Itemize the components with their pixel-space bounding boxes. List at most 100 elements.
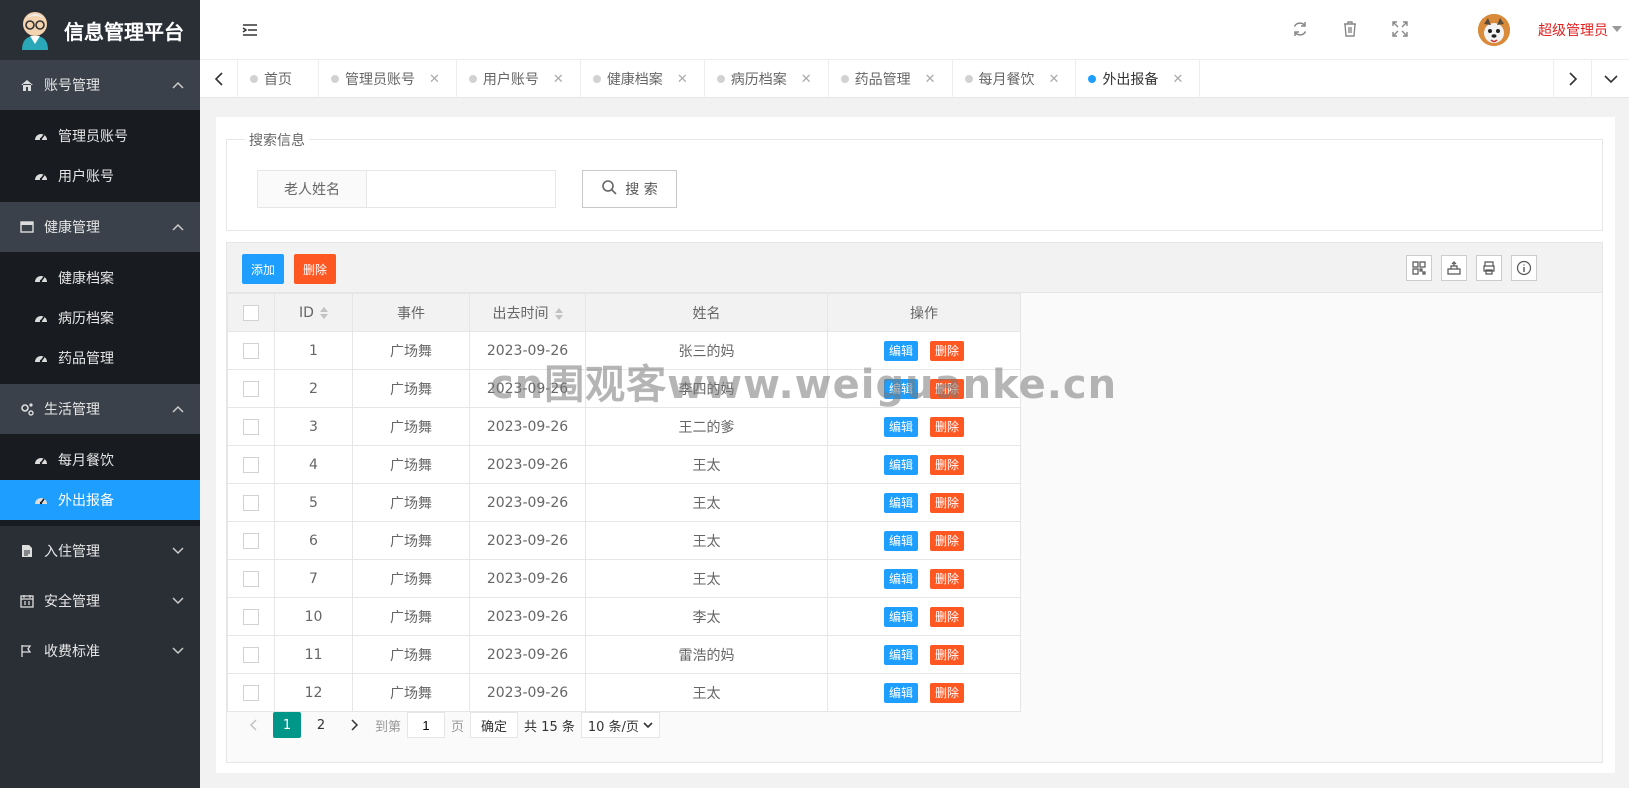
print-icon[interactable] — [1476, 255, 1502, 281]
sidebar-group-4[interactable]: 安全管理 — [0, 576, 200, 626]
sidebar-item[interactable]: 外出报备 — [0, 480, 200, 520]
edit-button[interactable]: 编辑 — [883, 530, 918, 551]
tab-6[interactable]: 每月餐饮 ✕ — [953, 60, 1077, 98]
user-name[interactable]: 超级管理员 — [1538, 20, 1608, 40]
search-button[interactable]: 搜 索 — [582, 170, 677, 208]
delete-button[interactable]: 删除 — [930, 606, 965, 627]
delete-button[interactable]: 删除 — [930, 682, 965, 703]
col-name: 姓名 — [585, 293, 828, 332]
row-checkbox[interactable] — [243, 684, 259, 701]
row-checkbox[interactable] — [243, 608, 259, 625]
edit-button[interactable]: 编辑 — [883, 644, 918, 665]
tabs-scroll-left-icon[interactable] — [200, 60, 238, 98]
batch-delete-button[interactable]: 删除 — [294, 254, 337, 284]
chevron-up-icon — [172, 220, 184, 234]
sidebar-item[interactable]: 病历档案 — [0, 298, 200, 338]
sort-icon[interactable] — [319, 306, 328, 319]
menu-toggle-icon[interactable] — [242, 22, 258, 38]
tab-label: 管理员账号 — [345, 72, 415, 88]
next-page-icon[interactable] — [341, 712, 369, 738]
goto-page-input[interactable] — [407, 712, 446, 738]
export-icon[interactable] — [1441, 255, 1467, 281]
columns-filter-icon[interactable] — [1406, 255, 1432, 281]
sidebar-group-1[interactable]: 健康管理 — [0, 202, 200, 252]
user-avatar[interactable] — [1478, 14, 1510, 46]
tab-0[interactable]: 首页 — [238, 60, 319, 98]
prev-page-icon[interactable] — [239, 712, 267, 738]
tab-2[interactable]: 用户账号 ✕ — [457, 60, 581, 98]
goto-confirm-button[interactable]: 确定 — [470, 712, 519, 738]
sidebar-item[interactable]: 管理员账号 — [0, 116, 200, 156]
cell-event: 广场舞 — [352, 521, 470, 560]
delete-button[interactable]: 删除 — [930, 492, 965, 513]
page-size-select[interactable]: 10 条/页 — [580, 712, 660, 738]
tabs-scroll-right-icon[interactable] — [1553, 60, 1591, 98]
row-checkbox[interactable] — [243, 494, 259, 511]
tab-4[interactable]: 病历档案 ✕ — [705, 60, 829, 98]
sidebar-group-3[interactable]: 入住管理 — [0, 526, 200, 576]
sort-icon[interactable] — [554, 307, 563, 320]
delete-button[interactable]: 删除 — [930, 568, 965, 589]
chevron-down-icon — [172, 594, 184, 608]
col-time[interactable]: 出去时间 — [469, 293, 586, 332]
user-caret-icon[interactable] — [1612, 26, 1622, 32]
page-2[interactable]: 2 — [307, 712, 335, 738]
tab-7[interactable]: 外出报备 ✕ — [1076, 60, 1201, 98]
row-checkbox[interactable] — [243, 418, 259, 435]
close-icon[interactable]: ✕ — [553, 72, 564, 87]
cell-event: 广场舞 — [352, 331, 470, 370]
col-id[interactable]: ID — [274, 293, 353, 332]
tab-3[interactable]: 健康档案 ✕ — [581, 60, 705, 98]
trash-icon[interactable] — [1341, 20, 1359, 38]
sidebar-group-0[interactable]: 账号管理 — [0, 60, 200, 110]
sidebar-group-5[interactable]: 收费标准 — [0, 626, 200, 676]
row-checkbox[interactable] — [243, 380, 259, 397]
close-icon[interactable]: ✕ — [429, 72, 440, 87]
tab-5[interactable]: 药品管理 ✕ — [829, 60, 953, 98]
delete-button[interactable]: 删除 — [930, 530, 965, 551]
info-icon[interactable] — [1511, 255, 1537, 281]
select-all-checkbox[interactable] — [243, 304, 259, 321]
close-icon[interactable]: ✕ — [1049, 72, 1060, 87]
close-icon[interactable]: ✕ — [925, 72, 936, 87]
tabs-menu-chevron-down-icon[interactable] — [1591, 60, 1629, 98]
sidebar-item[interactable]: 健康档案 — [0, 258, 200, 298]
edit-button[interactable]: 编辑 — [883, 340, 918, 361]
sidebar-item[interactable]: 每月餐饮 — [0, 440, 200, 480]
cell-event: 广场舞 — [352, 597, 470, 636]
tab-1[interactable]: 管理员账号 ✕ — [319, 60, 457, 98]
sidebar-group-2[interactable]: 生活管理 — [0, 384, 200, 434]
elder-name-input[interactable] — [366, 170, 556, 208]
fullscreen-icon[interactable] — [1391, 20, 1409, 38]
sidebar-item[interactable]: 用户账号 — [0, 156, 200, 196]
edit-button[interactable]: 编辑 — [883, 682, 918, 703]
delete-button[interactable]: 删除 — [930, 454, 965, 475]
edit-button[interactable]: 编辑 — [883, 568, 918, 589]
cell-actions: 编辑 删除 — [827, 407, 1021, 446]
row-checkbox[interactable] — [243, 570, 259, 587]
row-checkbox[interactable] — [243, 646, 259, 663]
cell-time: 2023-09-26 — [469, 331, 586, 370]
row-checkbox[interactable] — [243, 342, 259, 359]
edit-button[interactable]: 编辑 — [883, 378, 918, 399]
sidebar-item[interactable]: 药品管理 — [0, 338, 200, 378]
sidebar-item-label: 健康档案 — [58, 271, 114, 287]
row-checkbox[interactable] — [243, 456, 259, 473]
edit-button[interactable]: 编辑 — [883, 606, 918, 627]
close-icon[interactable]: ✕ — [1172, 72, 1183, 87]
delete-button[interactable]: 删除 — [930, 378, 965, 399]
edit-button[interactable]: 编辑 — [883, 492, 918, 513]
total-count: 共 15 条 — [524, 719, 575, 735]
row-checkbox[interactable] — [243, 532, 259, 549]
delete-button[interactable]: 删除 — [930, 644, 965, 665]
close-icon[interactable]: ✕ — [677, 72, 688, 87]
page-1[interactable]: 1 — [273, 712, 301, 738]
delete-button[interactable]: 删除 — [930, 340, 965, 361]
dashboard-icon — [34, 351, 48, 365]
add-button[interactable]: 添加 — [242, 254, 285, 284]
edit-button[interactable]: 编辑 — [883, 416, 918, 437]
refresh-icon[interactable] — [1291, 20, 1309, 38]
delete-button[interactable]: 删除 — [930, 416, 965, 437]
edit-button[interactable]: 编辑 — [883, 454, 918, 475]
close-icon[interactable]: ✕ — [801, 72, 812, 87]
